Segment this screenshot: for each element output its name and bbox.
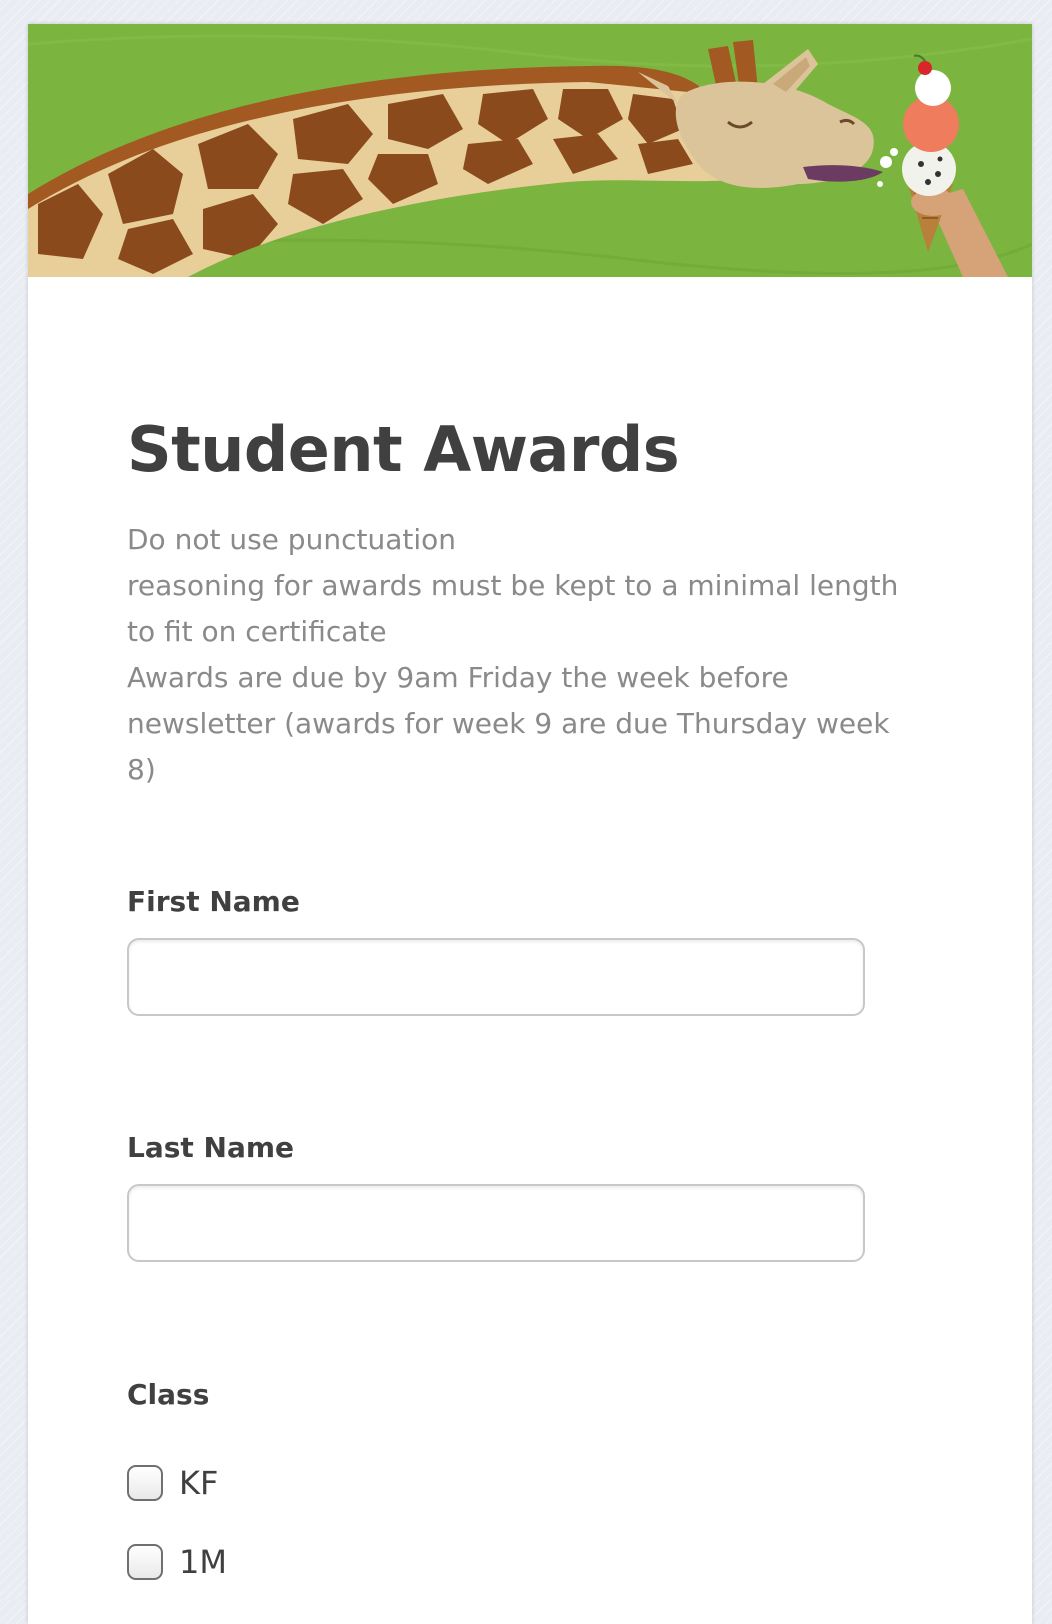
checkbox-unchecked-icon[interactable] bbox=[127, 1465, 163, 1501]
first-name-label: First Name bbox=[127, 885, 300, 918]
class-option-1m[interactable]: 1M bbox=[127, 1541, 227, 1583]
description-line: newsletter (awards for week 9 are due Th… bbox=[127, 707, 890, 740]
checkbox-unchecked-icon[interactable] bbox=[127, 1544, 163, 1580]
last-name-field[interactable] bbox=[127, 1184, 865, 1262]
class-option-kf[interactable]: KF bbox=[127, 1462, 218, 1504]
description-line: reasoning for awards must be kept to a m… bbox=[127, 569, 899, 602]
form-description: Do not use punctuation reasoning for awa… bbox=[127, 517, 927, 793]
description-line: 8) bbox=[127, 753, 156, 786]
last-name-label: Last Name bbox=[127, 1131, 295, 1164]
form-card: Student Awards Do not use punctuation re… bbox=[28, 24, 1032, 1624]
first-name-field[interactable] bbox=[127, 938, 865, 1016]
giraffe-ice-cream-illustration bbox=[28, 24, 1032, 277]
description-line: Do not use punctuation bbox=[127, 523, 456, 556]
form-title: Student Awards bbox=[127, 413, 680, 486]
header-banner bbox=[28, 24, 1032, 277]
class-option-label: 1M bbox=[179, 1543, 227, 1581]
class-label: Class bbox=[127, 1378, 210, 1411]
class-option-label: KF bbox=[179, 1464, 219, 1502]
description-line: to fit on certificate bbox=[127, 615, 387, 648]
description-line: Awards are due by 9am Friday the week be… bbox=[127, 661, 789, 694]
